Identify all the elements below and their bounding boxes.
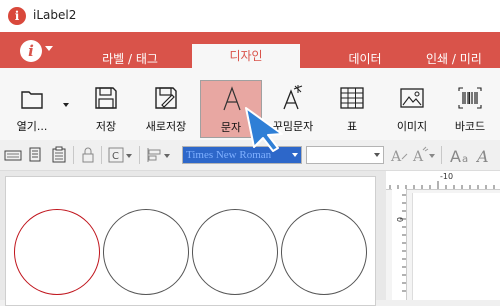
image-icon (400, 88, 424, 108)
toolbar-separator (73, 146, 74, 164)
open-button[interactable]: 열기... (4, 80, 60, 138)
ruler-ticks (400, 194, 406, 292)
save-as-label: 새로저장 (145, 120, 187, 133)
ruler-panel: -10 0 (386, 171, 500, 300)
chevron-down-icon[interactable] (374, 153, 380, 157)
font-size-combo[interactable] (306, 146, 384, 164)
window-title: iLabel2 (33, 8, 77, 22)
canvas-scrollbar[interactable] (376, 171, 386, 300)
ruler-ticks (389, 181, 495, 189)
ribbon-tab-bar: i 라벨 / 태그 디자인 데이터 인쇄 / 미리 (0, 32, 500, 68)
chevron-down-icon[interactable] (45, 46, 53, 51)
barcode-label: 바코드 (454, 120, 486, 133)
ruler-label: -10 (440, 172, 454, 181)
horizontal-ruler: -10 (386, 171, 500, 190)
svg-text:A: A (476, 147, 489, 164)
save-as-button[interactable]: 새로저장 (138, 80, 194, 138)
svg-text:A: A (412, 149, 424, 164)
app-logo-icon: i (8, 7, 26, 25)
open-label: 열기... (16, 120, 48, 133)
save-label: 저장 (95, 120, 117, 133)
rotate-dropdown-icon[interactable]: C (107, 146, 133, 164)
image-button[interactable]: 이미지 (384, 80, 440, 138)
toolbar-separator (441, 146, 442, 164)
barcode-icon (458, 87, 482, 109)
barcode-button[interactable]: 바코드 (442, 80, 498, 138)
toolbar-separator (101, 146, 102, 164)
save-button[interactable]: 저장 (78, 80, 134, 138)
save-icon (95, 87, 117, 109)
svg-text:A: A (390, 149, 402, 164)
lock-icon[interactable] (79, 146, 97, 164)
italic-icon[interactable]: A (476, 146, 496, 164)
ruler-page-area (412, 193, 500, 300)
align-dropdown-icon[interactable] (145, 146, 171, 164)
tab-print-preview[interactable]: 인쇄 / 미리 (420, 42, 500, 68)
tab-label: 디자인 (229, 49, 263, 63)
label-circle[interactable] (192, 209, 278, 295)
title-bar: i iLabel2 (0, 0, 500, 33)
tab-label-tag[interactable]: 라벨 / 태그 (80, 42, 180, 68)
vertical-ruler: 0 (392, 189, 407, 300)
svg-text:C: C (112, 151, 119, 162)
label-circle[interactable] (14, 209, 100, 295)
svg-text:a: a (462, 154, 468, 164)
clear-format-icon[interactable]: A (390, 146, 408, 164)
save-as-icon (155, 87, 177, 109)
table-button[interactable]: 표 (324, 80, 380, 138)
design-workspace: -10 0 (0, 171, 500, 306)
font-size-increase-icon[interactable]: A a (449, 146, 473, 164)
table-label: 표 (346, 120, 358, 133)
tab-data[interactable]: 데이터 (320, 42, 410, 68)
tab-design[interactable]: 디자인 (192, 44, 300, 68)
keyboard-icon[interactable] (4, 146, 22, 164)
label-circle[interactable] (103, 209, 189, 295)
chevron-down-icon[interactable] (292, 153, 298, 157)
image-label: 이미지 (396, 120, 428, 133)
label-circle[interactable] (281, 209, 367, 295)
folder-icon (21, 91, 43, 109)
app-menu-button[interactable]: i (20, 40, 42, 62)
mouse-cursor-icon (245, 107, 283, 152)
toolbar-separator (139, 146, 140, 164)
copy-format-icon[interactable] (27, 146, 45, 164)
text-effect-dropdown-icon[interactable]: A (412, 146, 436, 164)
clipboard-icon[interactable] (50, 146, 68, 164)
svg-text:A: A (450, 147, 461, 164)
table-icon (340, 87, 364, 109)
label-canvas[interactable] (5, 176, 376, 306)
open-dropdown-icon[interactable] (63, 103, 69, 107)
